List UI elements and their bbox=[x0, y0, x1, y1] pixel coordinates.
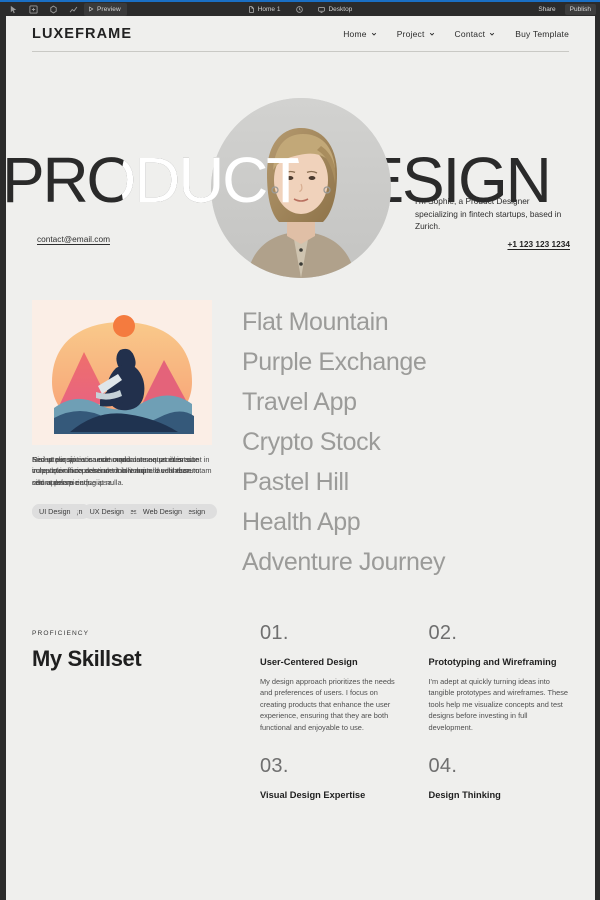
list-item[interactable]: Adventure Journey bbox=[242, 542, 445, 582]
skill-item: 01. User-Centered Design My design appro… bbox=[260, 622, 401, 733]
builder-window: Preview Home 1 Desktop Share Publish LUX… bbox=[0, 0, 600, 900]
skillset-eyebrow: PROFICIENCY bbox=[32, 630, 90, 637]
project-card[interactable]: Nisi ut aliquip ex ea commodo consequat … bbox=[32, 300, 217, 622]
skillset-title: My Skillset bbox=[32, 646, 142, 671]
list-item[interactable]: Crypto Stock bbox=[242, 422, 445, 462]
nav-item-buy-template-label: Buy Template bbox=[515, 29, 569, 39]
skill-description: I'm adept at quickly turning ideas into … bbox=[428, 677, 569, 732]
toolbar-left-group: Preview bbox=[0, 2, 127, 16]
skill-title: Design Thinking bbox=[428, 790, 501, 801]
analytics-icon[interactable] bbox=[64, 3, 82, 16]
site-canvas[interactable]: LUXEFRAME Home Project Contact Buy Templ… bbox=[6, 16, 595, 900]
skill-title: User-Centered Design bbox=[260, 657, 358, 667]
project-description-stack: Nisi ut aliquip ex ea commodo consequat … bbox=[32, 454, 212, 502]
list-item[interactable]: Health App bbox=[242, 502, 445, 542]
list-item[interactable]: Travel App bbox=[242, 382, 445, 422]
nav-links: Home Project Contact Buy Template bbox=[343, 29, 569, 39]
project-tag[interactable]: Web Design bbox=[135, 504, 189, 519]
list-item[interactable]: Purple Exchange bbox=[242, 342, 445, 382]
nav-item-contact[interactable]: Contact bbox=[455, 29, 496, 39]
hero-phone-link[interactable]: +1 123 123 1234 bbox=[507, 239, 570, 249]
nav-item-buy-template[interactable]: Buy Template bbox=[515, 29, 569, 39]
preview-button[interactable]: Preview bbox=[84, 2, 127, 16]
nav-item-project-label: Project bbox=[396, 29, 425, 39]
project-tag[interactable]: UX Design bbox=[82, 504, 131, 519]
projects-section: Nisi ut aliquip ex ea commodo consequat … bbox=[6, 282, 595, 622]
skill-number: 04. bbox=[428, 755, 458, 778]
chevron-down-icon bbox=[429, 32, 434, 36]
project-description: Sed ut perspiciatis unde omnis iste natu… bbox=[32, 455, 212, 487]
project-tag[interactable]: UI Design bbox=[32, 504, 78, 519]
nav-item-project[interactable]: Project bbox=[397, 29, 435, 39]
skillset-section: PROFICIENCY My Skillset 01. User-Centere… bbox=[6, 622, 595, 809]
skill-number: 01. bbox=[260, 622, 289, 644]
breakpoint-label: Desktop bbox=[328, 5, 353, 13]
assets-icon[interactable] bbox=[44, 3, 62, 16]
hero-section: PRODUCT DESIGN PRODUCT DESIGN I'm Sophie… bbox=[6, 52, 595, 282]
project-tag-stack: Digital Design Product Design Web Design… bbox=[32, 504, 217, 519]
share-button[interactable]: Share bbox=[533, 4, 560, 15]
list-item[interactable]: Pastel Hill bbox=[242, 462, 445, 502]
mountain-illustration bbox=[32, 300, 212, 445]
site-logo[interactable]: LUXEFRAME bbox=[32, 26, 132, 42]
site-navbar: LUXEFRAME Home Project Contact Buy Templ… bbox=[6, 16, 595, 52]
page-icon bbox=[248, 5, 254, 13]
chevron-down-icon bbox=[371, 32, 376, 36]
skill-item: 02. Prototyping and Wireframing I'm adep… bbox=[429, 622, 570, 733]
desktop-icon bbox=[318, 6, 326, 13]
skill-item: 04. Design Thinking bbox=[429, 755, 570, 809]
page-name-label: Home 1 bbox=[257, 5, 281, 13]
page-selector[interactable]: Home 1 bbox=[248, 5, 281, 13]
skillset-heading-group: PROFICIENCY My Skillset bbox=[32, 622, 242, 809]
skill-title: Prototyping and Wireframing bbox=[428, 657, 557, 667]
skill-number: 02. bbox=[428, 622, 458, 644]
refresh-icon[interactable] bbox=[290, 3, 308, 16]
hero-email-link[interactable]: contact@email.com bbox=[37, 234, 110, 244]
list-item[interactable]: Flat Mountain bbox=[242, 302, 445, 342]
play-icon bbox=[89, 6, 94, 12]
project-thumbnail bbox=[32, 300, 212, 445]
nav-item-home[interactable]: Home bbox=[343, 29, 376, 39]
preview-label: Preview bbox=[97, 5, 121, 13]
cursor-icon[interactable] bbox=[4, 3, 22, 16]
skill-title: Visual Design Expertise bbox=[260, 790, 366, 801]
skill-number: 03. bbox=[260, 755, 289, 778]
toolbar-right-group: Share Publish bbox=[533, 3, 596, 15]
toolbar-center-group: Home 1 Desktop bbox=[185, 3, 415, 16]
nav-item-contact-label: Contact bbox=[454, 29, 486, 39]
project-list: Flat Mountain Purple Exchange Travel App… bbox=[242, 300, 445, 622]
skillset-grid: 01. User-Centered Design My design appro… bbox=[260, 622, 569, 809]
hero-bio: I'm Sophie, a Product Designer specializ… bbox=[415, 196, 562, 232]
chevron-down-icon bbox=[490, 32, 495, 36]
add-page-icon[interactable] bbox=[24, 3, 42, 16]
project-tag-row: UI Design UX Design Web Design bbox=[32, 504, 189, 519]
publish-button[interactable]: Publish bbox=[564, 3, 596, 15]
nav-item-home-label: Home bbox=[343, 29, 367, 39]
skill-item: 03. Visual Design Expertise bbox=[260, 755, 401, 809]
skill-description: My design approach prioritizes the needs… bbox=[260, 677, 395, 732]
breakpoint-selector[interactable]: Desktop bbox=[318, 6, 352, 13]
builder-toolbar: Preview Home 1 Desktop Share Publish bbox=[0, 0, 600, 16]
